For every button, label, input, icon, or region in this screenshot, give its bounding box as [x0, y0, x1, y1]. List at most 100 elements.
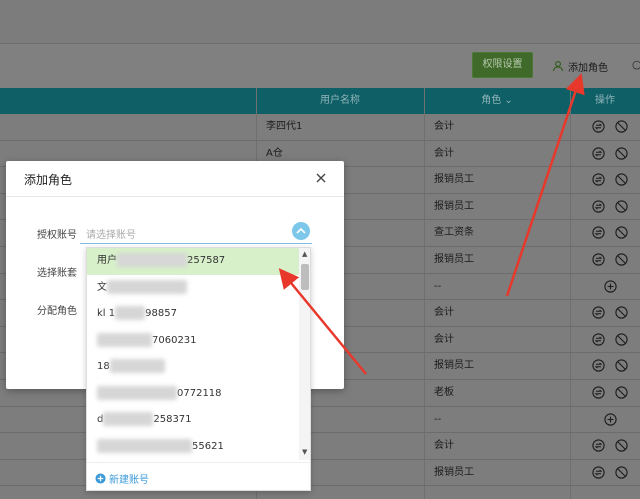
close-icon[interactable]: [314, 171, 328, 185]
cell-role: 会计: [434, 147, 454, 159]
scrollbar[interactable]: ▲ ▼: [299, 248, 310, 460]
account-option[interactable]: 0772118: [87, 381, 299, 408]
swap-icon[interactable]: [592, 173, 605, 186]
cell-role: 老板: [434, 387, 454, 398]
top-bar: [0, 0, 640, 44]
redacted-block: [109, 359, 165, 373]
plus-circle-icon: [95, 473, 106, 484]
dialog-title: 添加角色: [24, 173, 73, 187]
redacted-block: [107, 279, 187, 294]
disable-icon[interactable]: [615, 386, 628, 399]
search-icon[interactable]: ○: [632, 58, 640, 71]
chevron-up-icon: [296, 227, 306, 234]
cell-role: --: [434, 280, 442, 292]
account-option[interactable]: 用户 257587: [87, 248, 299, 275]
row-actions: [592, 253, 628, 266]
swap-icon[interactable]: [592, 466, 605, 479]
user-icon: [552, 61, 564, 72]
account-option[interactable]: 18: [87, 354, 299, 381]
account-option-suffix: 257587: [187, 255, 226, 266]
cell-username: 李四代1: [266, 121, 303, 132]
account-select-placeholder[interactable]: 请选择账号: [86, 226, 136, 241]
account-option-prefix: kl 1: [97, 308, 116, 319]
table-row: 李四代1 会计: [0, 114, 640, 141]
account-option[interactable]: 文: [87, 275, 299, 302]
disable-icon[interactable]: [615, 466, 628, 479]
label-select-set: 选择账套: [37, 268, 77, 279]
disable-icon[interactable]: [615, 306, 628, 319]
account-option-suffix: 98857: [145, 308, 177, 319]
cell-role: 会计: [434, 333, 454, 345]
row-actions: [592, 200, 628, 213]
permission-settings-button[interactable]: 权限设置: [472, 52, 533, 78]
account-option[interactable]: kl 1 98857: [87, 301, 299, 328]
row-actions: [592, 226, 628, 240]
dropdown-footer: 新建账号: [87, 462, 310, 490]
swap-icon[interactable]: [592, 253, 605, 266]
account-option-prefix: 18: [97, 361, 110, 372]
swap-icon[interactable]: [592, 120, 605, 133]
swap-icon[interactable]: [592, 333, 605, 346]
scroll-thumb[interactable]: [301, 264, 309, 290]
new-account-button[interactable]: 新建账号: [95, 471, 149, 486]
scroll-down-icon[interactable]: ▼: [302, 448, 307, 456]
disable-icon[interactable]: [615, 173, 628, 186]
account-list: 用户 257587 文 kl 1 98857 7060231 18 0772118 d 25837…: [87, 248, 299, 460]
redacted-block: [103, 412, 154, 426]
scroll-up-icon[interactable]: ▲: [302, 250, 307, 258]
cell-role: 报销员工: [434, 360, 474, 372]
disable-icon[interactable]: [615, 333, 628, 346]
account-dropdown: 用户 257587 文 kl 1 98857 7060231 18 0772118 d 25837…: [86, 247, 311, 491]
disable-icon[interactable]: [615, 226, 628, 240]
account-option-prefix: 用户: [97, 255, 117, 266]
row-actions: [592, 466, 628, 479]
add-icon[interactable]: [604, 412, 617, 429]
disable-icon[interactable]: [615, 439, 628, 452]
add-role-label: 添加角色: [568, 62, 608, 74]
row-actions: [592, 333, 628, 346]
label-auth-account: 授权账号: [37, 230, 77, 241]
cell-role: 报销员工: [434, 200, 474, 212]
disable-icon[interactable]: [615, 359, 628, 373]
cell-role: 查工资条: [434, 227, 474, 239]
account-option[interactable]: 7060231: [87, 328, 299, 355]
account-option-suffix: 7060231: [152, 334, 197, 346]
swap-icon[interactable]: [592, 146, 605, 160]
row-actions: [592, 359, 628, 373]
disable-icon[interactable]: [615, 146, 628, 160]
disable-icon[interactable]: [615, 120, 628, 133]
header-actions: 操作: [595, 95, 615, 106]
disable-icon[interactable]: [615, 200, 628, 213]
select-toggle-button[interactable]: [292, 222, 310, 240]
redacted-block: [115, 306, 146, 320]
add-icon[interactable]: [604, 279, 617, 296]
cell-role: --: [434, 413, 442, 425]
account-option[interactable]: d 258371: [87, 407, 299, 434]
toolbar: [0, 44, 640, 88]
add-role-button[interactable]: 添加角色: [552, 58, 608, 74]
account-option-suffix: 0772118: [177, 387, 222, 399]
swap-icon[interactable]: [592, 200, 605, 213]
row-actions: [592, 439, 628, 452]
redacted-block: [97, 332, 152, 347]
swap-icon[interactable]: [592, 439, 605, 452]
cell-role: 会计: [434, 307, 454, 319]
header-role[interactable]: 角色 ⌄: [424, 88, 570, 114]
disable-icon[interactable]: [615, 253, 628, 266]
row-actions: [592, 173, 628, 186]
cell-role: 报销员工: [434, 254, 474, 265]
redacted-block: [97, 438, 192, 453]
swap-icon[interactable]: [592, 226, 605, 240]
dialog-header: 添加角色: [6, 161, 344, 197]
row-actions: [592, 120, 628, 133]
swap-icon[interactable]: [592, 386, 605, 399]
chevron-down-icon: ⌄: [504, 95, 513, 106]
account-option-suffix: 55621: [192, 440, 224, 452]
redacted-block: [117, 253, 187, 267]
header-username: 用户名称: [320, 95, 360, 106]
row-actions: [592, 306, 628, 319]
swap-icon[interactable]: [592, 306, 605, 319]
new-account-label: 新建账号: [109, 475, 149, 486]
swap-icon[interactable]: [592, 359, 605, 373]
account-option[interactable]: 55621: [87, 434, 299, 461]
